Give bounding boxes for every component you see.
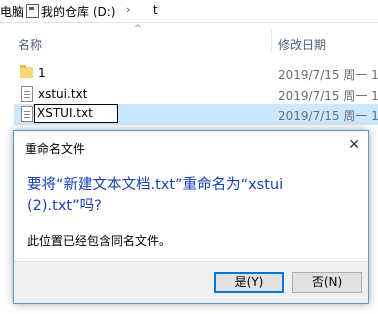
file-name: 1 bbox=[38, 66, 46, 80]
file-date: 2019/7/15 周一 18 bbox=[278, 68, 378, 82]
column-header: ^ 名称 修改日期 bbox=[0, 22, 378, 58]
no-button[interactable]: 否(N) bbox=[292, 272, 362, 293]
rename-input[interactable]: XSTUI.txt bbox=[34, 104, 118, 123]
dialog-question: 要将“新建文本文档.txt”重命名为“xstui (2).txt”吗? bbox=[27, 177, 284, 214]
sort-up-icon: ^ bbox=[134, 24, 142, 34]
list-item-folder[interactable]: 1 2019/7/15 周一 18 bbox=[14, 63, 378, 84]
dialog-info: 此位置已经包含同名文件。 bbox=[27, 234, 172, 248]
folder-icon bbox=[20, 65, 33, 78]
yes-button[interactable]: 是(Y) bbox=[214, 272, 284, 293]
column-divider[interactable] bbox=[271, 30, 272, 52]
list-item-file-selected[interactable]: XSTUI.txt 2019/7/15 周一 18 bbox=[14, 104, 378, 125]
breadcrumb-drive[interactable]: 我的仓库 (D:) bbox=[41, 3, 115, 20]
column-name[interactable]: 名称 bbox=[18, 36, 42, 53]
chevron-right-icon[interactable]: › bbox=[14, 3, 18, 16]
address-bar[interactable]: 电脑 › 我的仓库 (D:) › t bbox=[0, 0, 378, 23]
drive-icon bbox=[26, 4, 39, 18]
dialog-title: 重命名文件 bbox=[25, 142, 86, 156]
chevron-right-icon[interactable]: › bbox=[126, 3, 130, 16]
close-icon[interactable]: ✕ bbox=[348, 137, 360, 153]
text-file-icon bbox=[21, 106, 33, 122]
column-date-modified[interactable]: 修改日期 bbox=[278, 36, 326, 53]
file-date: 2019/7/15 周一 18 bbox=[278, 89, 378, 103]
text-file-icon bbox=[21, 86, 33, 102]
breadcrumb-folder[interactable]: t bbox=[153, 3, 158, 17]
file-date: 2019/7/15 周一 18 bbox=[278, 109, 378, 123]
rename-file-dialog: 重命名文件 ✕ 要将“新建文本文档.txt”重命名为“xstui (2).txt… bbox=[13, 130, 369, 304]
dialog-footer: 是(Y) 否(N) bbox=[14, 261, 368, 303]
breadcrumb-this-pc[interactable]: 电脑 bbox=[0, 3, 24, 20]
list-item-file[interactable]: xstui.txt 2019/7/15 周一 18 bbox=[14, 84, 378, 105]
file-name: xstui.txt bbox=[38, 87, 88, 101]
